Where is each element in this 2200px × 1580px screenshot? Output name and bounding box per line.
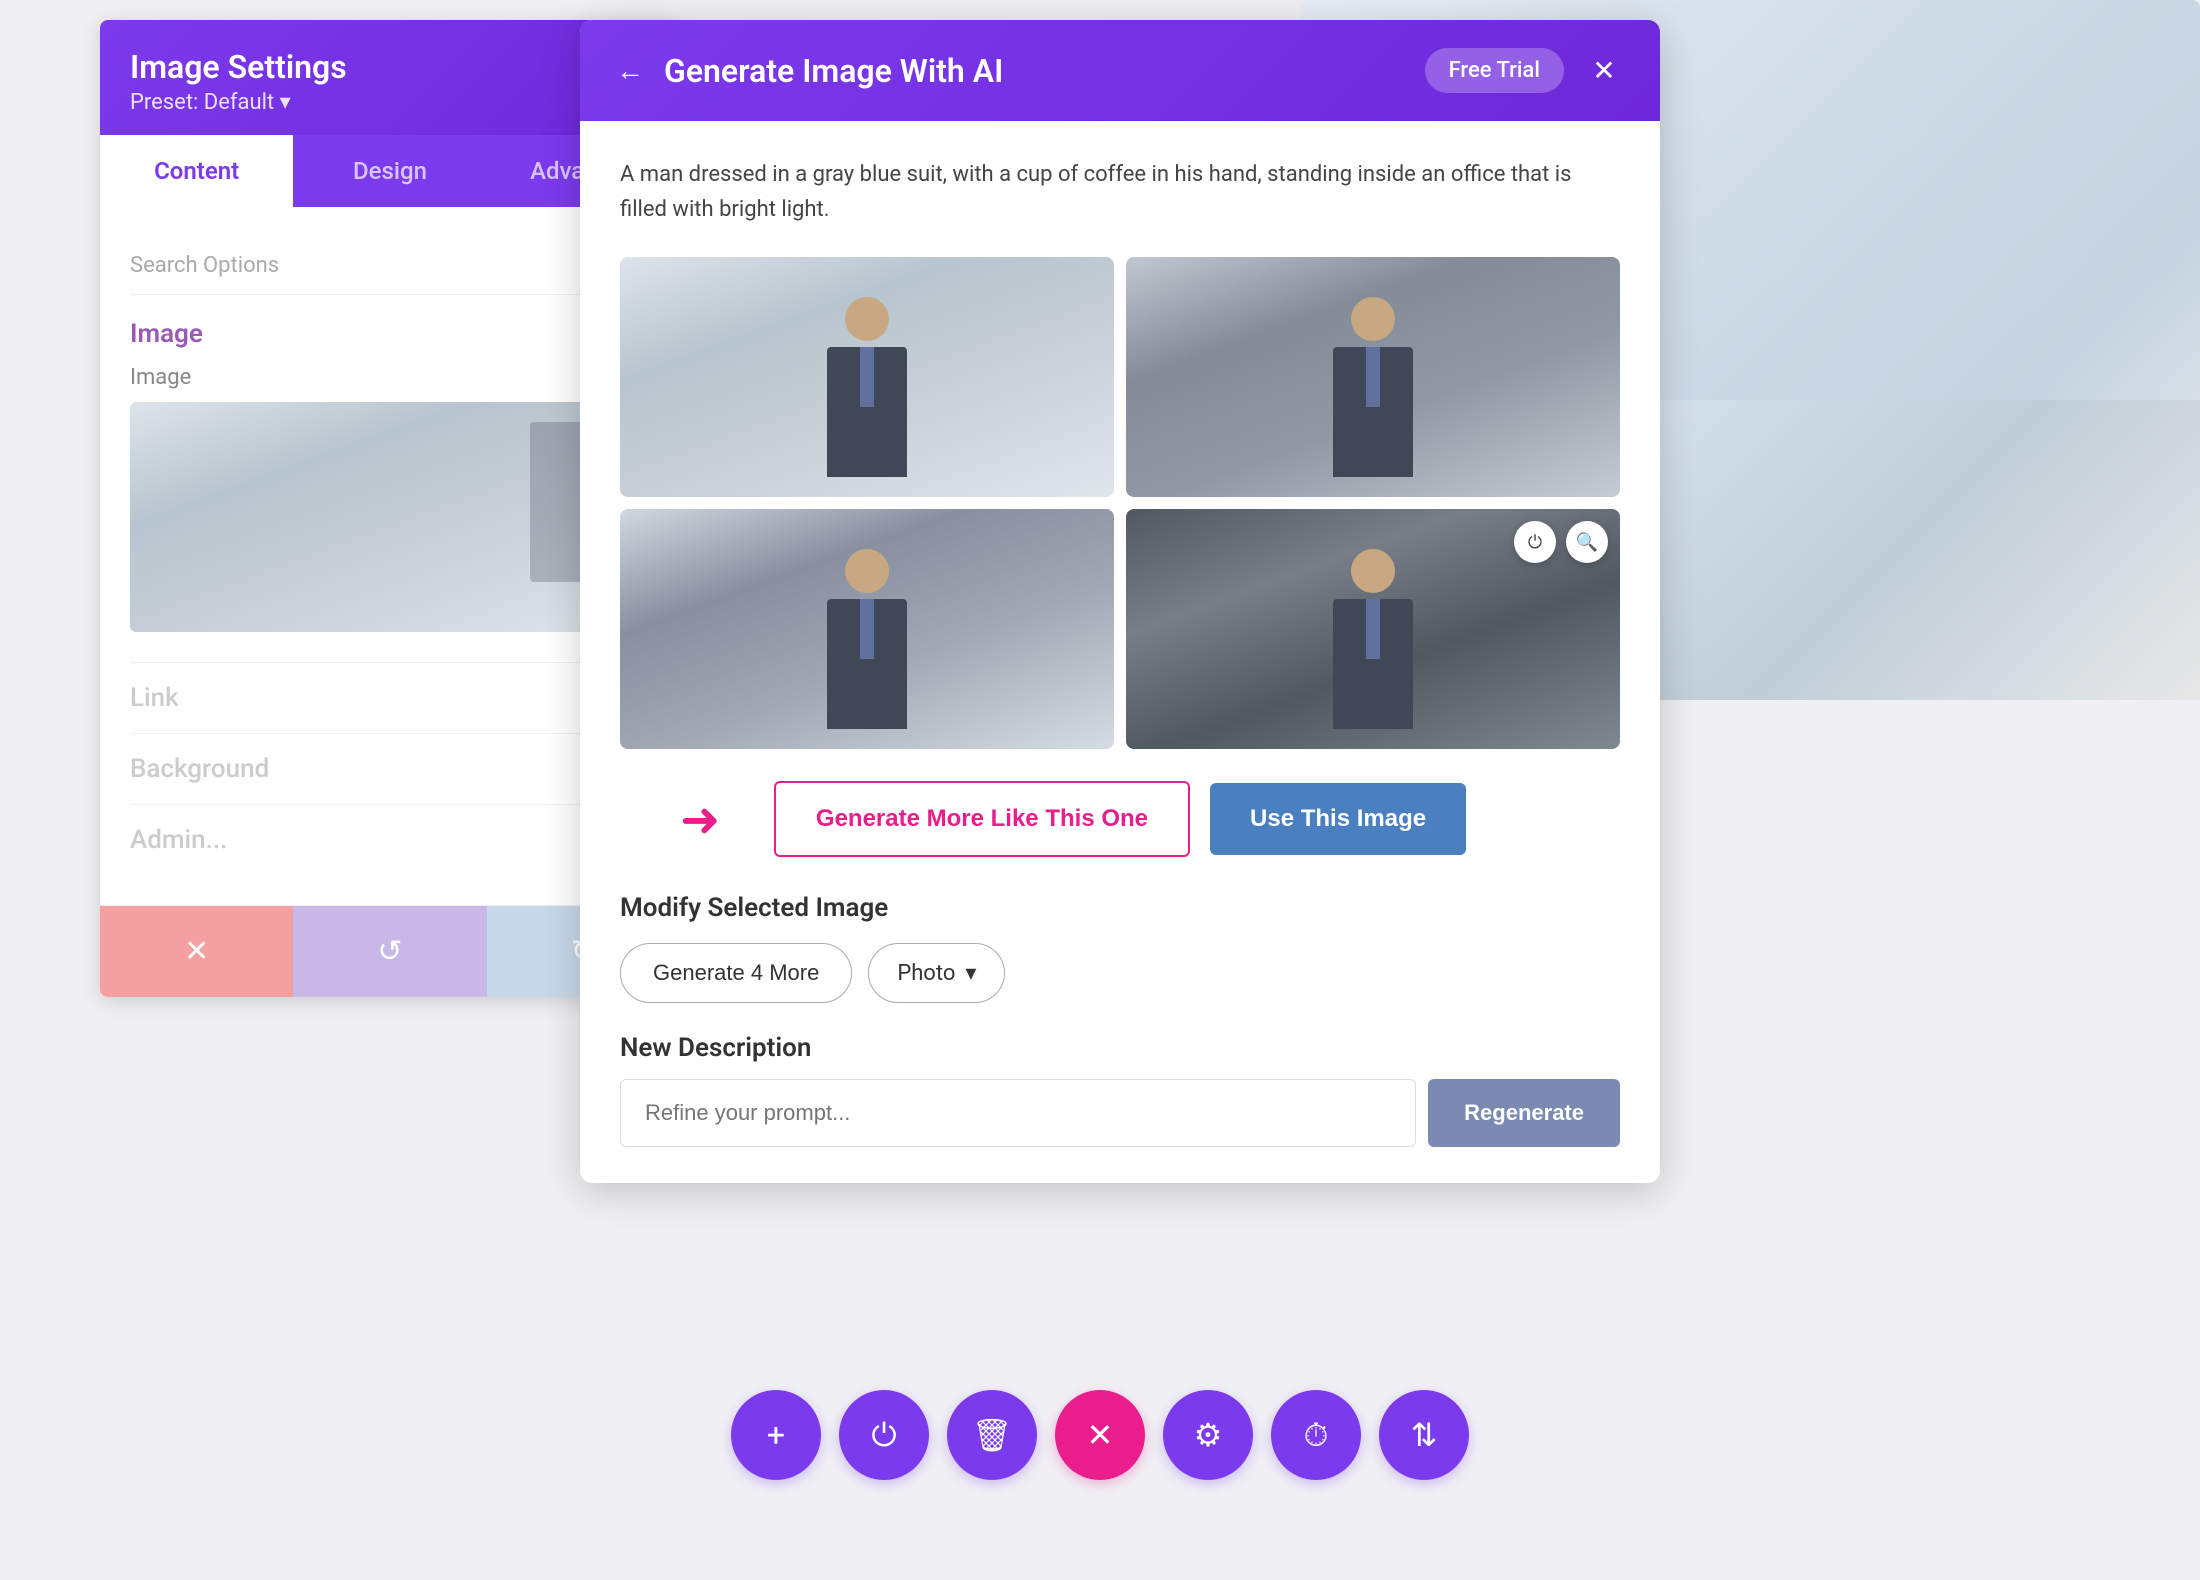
suit-body-4 [1333, 599, 1413, 729]
suit-figure-1 [817, 297, 917, 497]
search-overlay-icon[interactable]: 🔍 [1566, 521, 1608, 563]
image-overlay-icons: ⏻ 🔍 [1514, 521, 1608, 563]
panel-preset[interactable]: Preset: Default ▾ [130, 90, 347, 115]
prompt-text: A man dressed in a gray blue suit, with … [620, 157, 1620, 227]
refine-row: Regenerate [620, 1079, 1620, 1147]
modal-close-button[interactable]: ✕ [1584, 51, 1624, 91]
tab-design[interactable]: Design [293, 135, 486, 207]
cancel-button[interactable]: ✕ [100, 906, 293, 997]
suit-body-2 [1333, 347, 1413, 477]
modal-back-icon[interactable]: ← [616, 54, 644, 87]
image-grid: ⏻ 🔍 [620, 257, 1620, 749]
background-title: Background [130, 754, 650, 784]
refine-input[interactable] [620, 1079, 1416, 1147]
toolbar-sort-button[interactable]: ⇅ [1379, 1390, 1469, 1480]
grid-image-2[interactable] [1126, 257, 1620, 497]
toolbar-timer-button[interactable]: ⏱ [1271, 1390, 1361, 1480]
suit-body-1 [827, 347, 907, 477]
new-description-section: New Description Regenerate [620, 1033, 1620, 1147]
reset-button[interactable]: ↺ [293, 906, 486, 997]
background-section: Background [130, 733, 650, 804]
style-select[interactable]: Photo ▾ [868, 943, 1005, 1003]
modify-section-title: Modify Selected Image [620, 893, 1620, 923]
search-options-placeholder[interactable]: Search Options [130, 237, 650, 295]
modal-header-right: Free Trial ✕ [1425, 48, 1624, 93]
admin-title: Admin... [130, 825, 650, 855]
style-select-chevron: ▾ [965, 961, 976, 986]
bottom-toolbar: + ⏻ 🗑 ✕ ⚙ ⏱ ⇅ [731, 1390, 1469, 1480]
toolbar-delete-button[interactable]: 🗑 [947, 1390, 1037, 1480]
suit-figure-2 [1323, 297, 1423, 497]
image-label: Image [130, 365, 650, 390]
modal-body: A man dressed in a gray blue suit, with … [580, 121, 1660, 1183]
link-title: Link [130, 683, 650, 713]
modal-title: Generate Image With AI [664, 52, 1003, 90]
grid-image-4-selected[interactable]: ⏻ 🔍 [1126, 509, 1620, 749]
admin-section: Admin... [130, 804, 650, 875]
modal-header: ← Generate Image With AI Free Trial ✕ [580, 20, 1660, 121]
modify-section: Modify Selected Image Generate 4 More Ph… [620, 893, 1620, 1003]
image-preview[interactable] [130, 402, 650, 632]
suit-head-4 [1351, 549, 1395, 593]
grid-image-1[interactable] [620, 257, 1114, 497]
suit-head-1 [845, 297, 889, 341]
arrow-indicator: ➜ [680, 791, 720, 848]
toolbar-power-button[interactable]: ⏻ [839, 1390, 929, 1480]
modal-header-left: ← Generate Image With AI [616, 52, 1003, 90]
toolbar-settings-button[interactable]: ⚙ [1163, 1390, 1253, 1480]
grid-image-3[interactable] [620, 509, 1114, 749]
suit-head-2 [1351, 297, 1395, 341]
image-section-title: Image [130, 319, 650, 349]
modify-controls: Generate 4 More Photo ▾ [620, 943, 1620, 1003]
suit-figure-3 [817, 549, 917, 749]
free-trial-badge[interactable]: Free Trial [1425, 48, 1564, 93]
generate-4-more-button[interactable]: Generate 4 More [620, 943, 852, 1003]
panel-header-info: Image Settings Preset: Default ▾ [130, 48, 347, 115]
suit-body-3 [827, 599, 907, 729]
suit-head-3 [845, 549, 889, 593]
power-overlay-icon[interactable]: ⏻ [1514, 521, 1556, 563]
generate-modal: ← Generate Image With AI Free Trial ✕ A … [580, 20, 1660, 1183]
toolbar-add-button[interactable]: + [731, 1390, 821, 1480]
action-row: ➜ Generate More Like This One Use This I… [620, 781, 1620, 857]
suit-figure-4 [1323, 549, 1423, 749]
use-image-button[interactable]: Use This Image [1210, 783, 1466, 855]
tab-content[interactable]: Content [100, 135, 293, 207]
toolbar-close-button[interactable]: ✕ [1055, 1390, 1145, 1480]
panel-title: Image Settings [130, 48, 347, 86]
new-description-title: New Description [620, 1033, 1620, 1063]
generate-more-button[interactable]: Generate More Like This One [774, 781, 1190, 857]
style-select-label: Photo [897, 961, 955, 986]
regenerate-button[interactable]: Regenerate [1428, 1079, 1620, 1147]
link-section: Link [130, 662, 650, 733]
